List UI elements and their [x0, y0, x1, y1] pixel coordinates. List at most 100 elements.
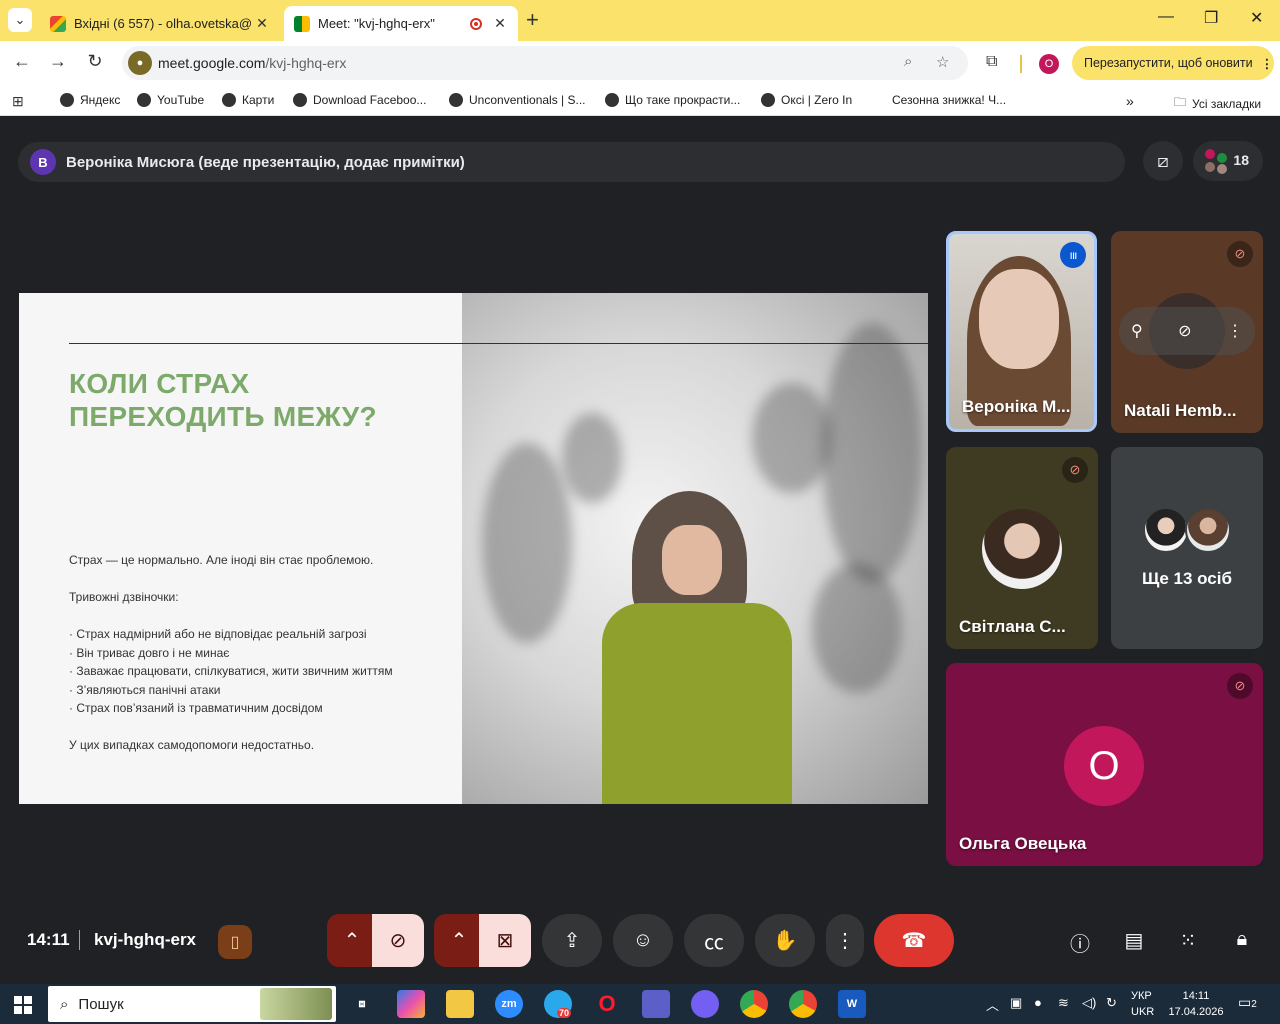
all-bookmarks[interactable]: 🗀 Усі закладки	[1174, 93, 1261, 114]
tab-search-button[interactable]: ⌄	[8, 8, 32, 32]
chat-icon[interactable]: ▤	[1121, 928, 1147, 953]
close-icon[interactable]: ✕	[254, 15, 270, 32]
camera-toggle-button[interactable]: ⊠	[479, 914, 531, 967]
telegram-icon[interactable]: 70	[544, 990, 572, 1018]
word-icon[interactable]: W	[838, 990, 866, 1018]
sync-icon[interactable]: ↻	[1106, 995, 1117, 1011]
zoom-app-icon[interactable]: zm	[495, 990, 523, 1018]
back-button[interactable]: ←	[10, 51, 34, 72]
close-window-button[interactable]: ✕	[1250, 8, 1263, 28]
address-bar[interactable]: ● meet.google.com/kvj-hghq-erx ⌕ ☆	[122, 46, 968, 80]
tab-title: Meet: "kvj-hghq-erx"	[318, 16, 435, 31]
camera-off-icon: ⊠	[496, 930, 514, 952]
wifi-icon[interactable]: ≋	[1058, 995, 1069, 1011]
video-options-button[interactable]: ⌃	[434, 914, 484, 967]
emoji-icon: ☺	[632, 929, 654, 951]
close-icon[interactable]: ✕	[492, 15, 508, 32]
windows-start-icon[interactable]	[14, 996, 32, 1014]
bookmark-item[interactable]: Download Faceboo...	[293, 93, 426, 107]
slide-body: Страх — це нормально. Але іноді він стає…	[69, 551, 459, 773]
forward-button[interactable]: →	[46, 51, 70, 72]
participant-name: Natali Hemb...	[1124, 401, 1237, 420]
volume-icon[interactable]: ◁)	[1082, 995, 1096, 1011]
more-participants-tile[interactable]: Ще 13 осіб	[1111, 447, 1263, 649]
minimize-button[interactable]: —	[1158, 8, 1174, 26]
list-item: · Страх пов’язаний із травматичним досві…	[69, 701, 323, 715]
chevron-up-icon: ⌃	[343, 930, 361, 952]
participant-tile[interactable]: ⊘ Світлана С...	[946, 447, 1098, 649]
opera-icon[interactable]: O	[593, 990, 621, 1018]
globe-icon	[293, 93, 307, 107]
globe-icon	[449, 93, 463, 107]
reload-button[interactable]: ↻	[83, 51, 107, 72]
copilot-icon[interactable]	[397, 990, 425, 1018]
bookmark-item[interactable]: Що таке прокрасти...	[605, 93, 740, 107]
tray-chevron-icon[interactable]: ︿	[986, 995, 999, 1014]
raise-hand-button[interactable]: ✋	[755, 914, 815, 967]
camera-icon[interactable]: ▣	[1010, 995, 1022, 1011]
no-presentation-icon: ⧄	[1157, 150, 1169, 171]
participant-name: Світлана С...	[959, 617, 1066, 636]
task-view-icon[interactable]: ⧈	[348, 990, 376, 1018]
bookmark-item[interactable]: Unconventionals | S...	[449, 93, 586, 107]
meeting-code: kvj-hghq-erx	[94, 930, 197, 949]
present-button[interactable]: ⇪	[542, 914, 602, 967]
tab-meet[interactable]: Meet: "kvj-hghq-erx" ✕	[284, 6, 518, 41]
zoom-icon[interactable]: ⌕	[904, 53, 912, 70]
relaunch-button[interactable]: Перезапустити, щоб оновити ⋮	[1072, 46, 1274, 80]
participant-tile[interactable]: О ⊘ Ольга Овецька	[946, 663, 1263, 866]
bookmark-star-icon[interactable]: ☆	[936, 53, 949, 71]
reactions-button[interactable]: ☺	[613, 914, 673, 967]
audio-options-button[interactable]: ⌃	[327, 914, 377, 967]
new-tab-button[interactable]: +	[526, 8, 539, 32]
leave-call-button[interactable]: ☎	[874, 914, 954, 967]
pin-icon[interactable]: ⚲	[1131, 321, 1143, 341]
captions-icon: ㏄	[704, 932, 724, 954]
bookmark-item[interactable]: YouTube	[137, 93, 204, 107]
present-screen-icon: ⇪	[563, 930, 581, 952]
bookmark-item[interactable]: Сезонна знижка! Ч...	[892, 93, 1006, 107]
save-app-icon[interactable]	[642, 990, 670, 1018]
microphone-icon[interactable]: ●	[1034, 995, 1042, 1010]
host-controls-icon[interactable]: ▯	[218, 925, 252, 959]
slide-photo	[462, 293, 928, 804]
captions-button[interactable]: ㏄	[684, 914, 744, 967]
slide-intro: Страх — це нормально. Але іноді він стає…	[69, 553, 374, 567]
hide-presentation-button[interactable]: ⧄	[1143, 141, 1183, 181]
participant-tile[interactable]: ⚲ ⊘ ⋮ ⊘ Natali Hemb...	[1111, 231, 1263, 433]
meeting-info-icon[interactable]: ⓘ	[1067, 928, 1093, 957]
mic-off-icon: ⊘	[389, 930, 407, 952]
more-bookmarks-icon[interactable]: »	[1126, 93, 1134, 109]
clock[interactable]: 14:11 17.04.2026	[1168, 988, 1224, 1020]
host-controls-lock-icon[interactable]: 🔒︎	[1229, 928, 1255, 951]
more-icon[interactable]: ⋮	[1227, 321, 1243, 341]
bookmark-item[interactable]: Карти	[222, 93, 274, 107]
chrome-icon[interactable]	[740, 990, 768, 1018]
microphone-icon[interactable]: ●	[128, 51, 152, 75]
file-explorer-icon[interactable]	[446, 990, 474, 1018]
viber-icon[interactable]	[691, 990, 719, 1018]
hand-icon: ✋	[772, 930, 798, 952]
restore-button[interactable]: ❐	[1204, 8, 1218, 28]
activities-icon[interactable]: ⁙	[1175, 928, 1201, 953]
chrome-profile-icon[interactable]	[789, 990, 817, 1018]
slide-subheading: Тривожні дзвіночки:	[69, 590, 179, 604]
notifications-icon[interactable]: ▭2	[1238, 994, 1257, 1011]
mute-icon[interactable]: ⊘	[1178, 321, 1191, 341]
avatar	[1143, 507, 1189, 553]
taskbar-search[interactable]: ⌕ Пошук	[48, 986, 336, 1022]
participant-tile[interactable]: ııı Вероніка М...	[946, 231, 1097, 432]
extensions-icon[interactable]: ⧉	[986, 53, 997, 71]
language-indicator[interactable]: УКР UKR	[1131, 988, 1154, 1020]
list-item: · З’являються панічні атаки	[69, 682, 221, 697]
more-icon: ⋮	[835, 930, 855, 952]
globe-icon	[222, 93, 236, 107]
apps-icon[interactable]: ⊞	[12, 93, 24, 110]
participants-button[interactable]: 18	[1193, 141, 1263, 181]
microphone-toggle-button[interactable]: ⊘	[372, 914, 424, 967]
bookmark-item[interactable]: Яндекс	[60, 93, 120, 107]
tab-gmail[interactable]: Вхідні (6 557) - olha.ovetska@ ✕	[40, 6, 280, 41]
more-options-button[interactable]: ⋮	[826, 914, 864, 967]
profile-avatar[interactable]: O	[1039, 54, 1059, 74]
bookmark-item[interactable]: Оксі | Zero In	[761, 93, 852, 107]
